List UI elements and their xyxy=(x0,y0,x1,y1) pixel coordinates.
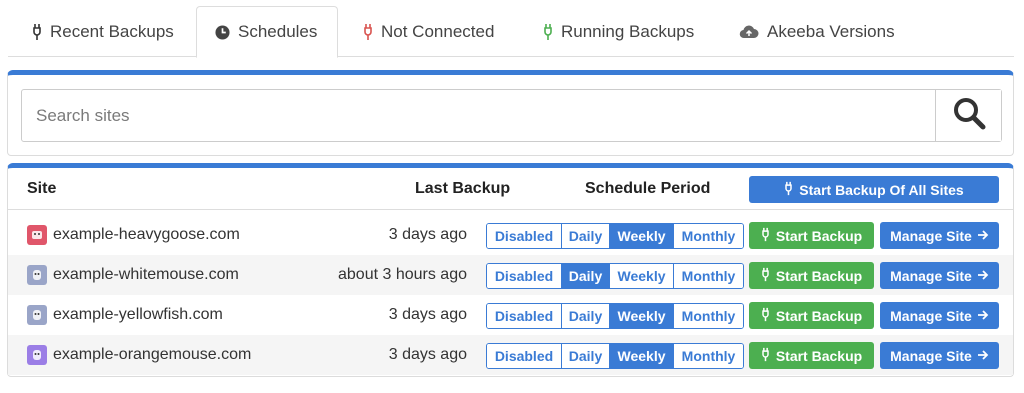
arrow-right-icon xyxy=(977,268,989,284)
start-backup-all-sites-button[interactable]: Start Backup Of All Sites xyxy=(749,176,999,203)
schedule-option-disabled[interactable]: Disabled xyxy=(487,264,562,288)
tab-schedules[interactable]: Schedules xyxy=(196,6,338,58)
button-label: Start Backup xyxy=(775,227,863,244)
schedule-period-selector: Disabled Daily Weekly Monthly xyxy=(486,343,744,369)
schedule-period-selector: Disabled Daily Weekly Monthly xyxy=(486,263,744,289)
plug-icon xyxy=(761,307,770,325)
table-row: example-yellowfish.com 3 days ago Disabl… xyxy=(8,295,1013,335)
button-label: Start Backup Of All Sites xyxy=(799,181,964,198)
schedule-option-daily[interactable]: Daily xyxy=(562,304,610,328)
site-cell: example-whitemouse.com xyxy=(27,255,239,295)
last-backup-value: 3 days ago xyxy=(388,346,467,363)
tab-label: Akeeba Versions xyxy=(767,21,895,41)
tab-label: Not Connected xyxy=(381,21,495,41)
schedule-option-weekly[interactable]: Weekly xyxy=(610,224,674,248)
site-cell: example-orangemouse.com xyxy=(27,335,251,375)
manage-site-button[interactable]: Manage Site xyxy=(880,342,999,369)
schedule-option-monthly[interactable]: Monthly xyxy=(674,264,743,288)
last-backup-value: 3 days ago xyxy=(388,306,467,323)
site-cell: example-heavygoose.com xyxy=(27,215,240,255)
column-header-schedule-period: Schedule Period xyxy=(585,180,711,197)
column-header-last-backup: Last Backup xyxy=(415,180,511,197)
button-label: Start Backup xyxy=(775,307,863,324)
plug-green-icon xyxy=(543,23,553,41)
schedule-period-selector: Disabled Daily Weekly Monthly xyxy=(486,303,744,329)
site-favicon-icon xyxy=(27,305,47,325)
tab-recent-backups[interactable]: Recent Backups xyxy=(14,6,192,57)
plug-icon xyxy=(784,181,793,199)
last-backup-value: 3 days ago xyxy=(388,226,467,243)
plug-icon xyxy=(761,267,770,285)
tab-label: Schedules xyxy=(238,22,318,41)
search-icon xyxy=(952,96,986,135)
site-name: example-whitemouse.com xyxy=(53,266,239,283)
plug-icon xyxy=(32,23,42,41)
schedule-option-disabled[interactable]: Disabled xyxy=(487,344,562,368)
table-row: example-heavygoose.com 3 days ago Disabl… xyxy=(8,215,1013,255)
plug-icon xyxy=(761,227,770,245)
start-backup-button[interactable]: Start Backup xyxy=(749,262,874,289)
tab-label: Running Backups xyxy=(561,21,695,41)
search-button[interactable] xyxy=(935,90,1001,141)
clock-icon xyxy=(215,24,230,40)
tab-akeeba-versions[interactable]: Akeeba Versions xyxy=(721,6,913,57)
arrow-right-icon xyxy=(977,308,989,324)
tab-label: Recent Backups xyxy=(50,21,174,41)
plug-icon xyxy=(761,347,770,365)
cloud-upload-icon xyxy=(739,24,759,39)
schedule-option-daily[interactable]: Daily xyxy=(562,224,610,248)
button-label: Manage Site xyxy=(890,227,972,244)
tab-bar: Recent Backups Schedules Not Connected R… xyxy=(8,6,1014,58)
schedule-option-disabled[interactable]: Disabled xyxy=(487,304,562,328)
schedule-option-weekly[interactable]: Weekly xyxy=(610,304,674,328)
start-backup-button[interactable]: Start Backup xyxy=(749,302,874,329)
arrow-right-icon xyxy=(977,228,989,244)
manage-site-button[interactable]: Manage Site xyxy=(880,222,999,249)
schedule-option-monthly[interactable]: Monthly xyxy=(674,224,743,248)
search-input[interactable] xyxy=(22,90,936,141)
sites-table: Site Last Backup Schedule Period Start B… xyxy=(7,163,1014,377)
table-row: example-whitemouse.com about 3 hours ago… xyxy=(8,255,1013,295)
manage-site-button[interactable]: Manage Site xyxy=(880,302,999,329)
site-name: example-yellowfish.com xyxy=(53,306,223,323)
tab-not-connected[interactable]: Not Connected xyxy=(345,6,512,57)
button-label: Manage Site xyxy=(890,267,972,284)
schedule-period-selector: Disabled Daily Weekly Monthly xyxy=(486,223,744,249)
plug-red-icon xyxy=(363,23,373,41)
table-header: Site Last Backup Schedule Period Start B… xyxy=(8,168,1013,210)
button-label: Start Backup xyxy=(775,267,863,284)
site-favicon-icon xyxy=(27,265,47,285)
column-header-site: Site xyxy=(27,180,57,197)
search-panel xyxy=(7,70,1014,156)
schedule-option-monthly[interactable]: Monthly xyxy=(674,344,743,368)
schedule-option-weekly[interactable]: Weekly xyxy=(610,264,674,288)
tab-running-backups[interactable]: Running Backups xyxy=(525,6,712,57)
manage-site-button[interactable]: Manage Site xyxy=(880,262,999,289)
arrow-right-icon xyxy=(977,348,989,364)
start-backup-button[interactable]: Start Backup xyxy=(749,222,874,249)
search-box xyxy=(21,89,1002,142)
start-backup-button[interactable]: Start Backup xyxy=(749,342,874,369)
site-cell: example-yellowfish.com xyxy=(27,295,223,335)
table-row: example-orangemouse.com 3 days ago Disab… xyxy=(8,335,1013,375)
schedule-option-disabled[interactable]: Disabled xyxy=(487,224,562,248)
button-label: Manage Site xyxy=(890,347,972,364)
schedule-option-daily[interactable]: Daily xyxy=(562,264,610,288)
button-label: Manage Site xyxy=(890,307,972,324)
button-label: Start Backup xyxy=(775,347,863,364)
site-name: example-heavygoose.com xyxy=(53,226,240,243)
site-favicon-icon xyxy=(27,345,47,365)
last-backup-value: about 3 hours ago xyxy=(338,266,467,283)
site-favicon-icon xyxy=(27,225,47,245)
schedule-option-weekly[interactable]: Weekly xyxy=(610,344,674,368)
schedule-option-monthly[interactable]: Monthly xyxy=(674,304,743,328)
schedule-option-daily[interactable]: Daily xyxy=(562,344,610,368)
site-name: example-orangemouse.com xyxy=(53,346,252,363)
